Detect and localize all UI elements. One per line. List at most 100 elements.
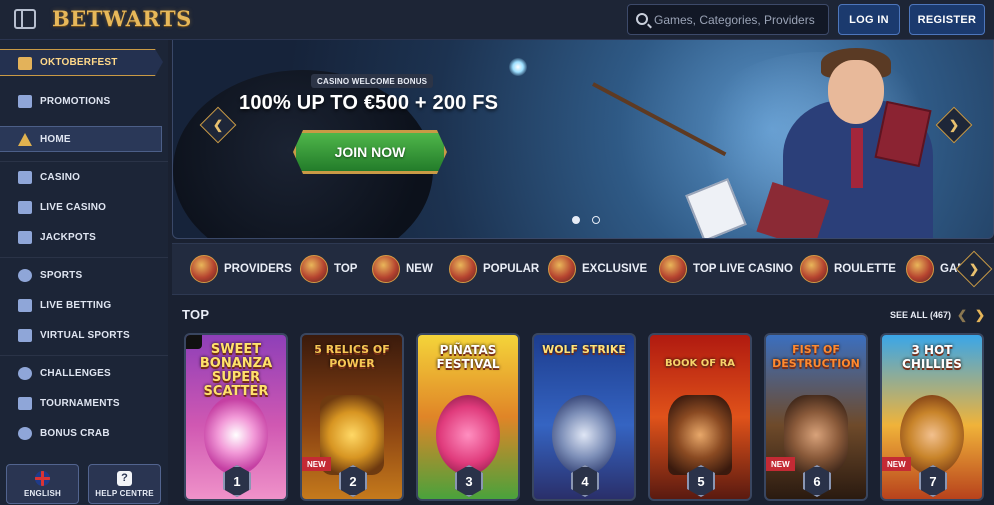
sidebar-item-sports[interactable]: SPORTS xyxy=(0,262,168,288)
sidebar: OKTOBERFEST PROMOTIONS HOME CASINO LIVE … xyxy=(0,40,168,505)
wolf-illustration xyxy=(552,395,616,475)
sidebar-item-label: CHALLENGES xyxy=(40,367,111,379)
bonus-headline: 100% UP TO €500 + 200 FS xyxy=(239,92,499,114)
help-centre-button[interactable]: ? HELP CENTRE xyxy=(88,464,161,504)
wand-spark-icon xyxy=(509,58,527,76)
gamepad-icon xyxy=(18,329,32,342)
category-label: EXCLUSIVE xyxy=(582,263,648,275)
sidebar-item-label: HOME xyxy=(40,133,71,145)
playing-card-icon xyxy=(18,201,32,214)
sidebar-item-label: BONUS CRAB xyxy=(40,427,110,439)
sidebar-item-live-casino[interactable]: LIVE CASINO xyxy=(0,194,168,220)
category-new[interactable]: NEW xyxy=(372,254,433,284)
football-icon xyxy=(18,269,32,282)
login-button[interactable]: LOG IN xyxy=(838,4,900,35)
game-show-icon xyxy=(906,255,934,283)
chip-icon xyxy=(659,255,687,283)
sidebar-item-bonus-crab[interactable]: BONUS CRAB xyxy=(0,420,168,446)
category-label: TOP xyxy=(334,263,358,275)
game-card[interactable]: FIST OF DESTRUCTION NEW 6 xyxy=(764,333,868,501)
search-icon xyxy=(636,13,648,25)
sidebar-item-jackpots[interactable]: JACKPOTS xyxy=(0,224,168,250)
sidebar-item-oktoberfest[interactable]: OKTOBERFEST xyxy=(0,49,163,76)
category-top-live-casino[interactable]: TOP LIVE CASINO xyxy=(659,254,793,284)
category-label: PROVIDERS xyxy=(224,263,292,275)
game-title: BOOK OF RA xyxy=(664,358,736,369)
game-title: PIÑATAS FESTIVAL xyxy=(436,343,500,371)
wizard-face-illustration xyxy=(828,60,884,124)
category-label: NEW xyxy=(406,263,433,275)
category-label: ROULETTE xyxy=(834,263,896,275)
game-card[interactable]: 3 HOT CHILLIES NEW 7 xyxy=(880,333,984,501)
game-title: 5 RELICS OF POWER xyxy=(314,343,390,370)
crown-icon xyxy=(300,255,328,283)
sidebar-item-label: JACKPOTS xyxy=(40,231,97,243)
category-exclusive[interactable]: EXCLUSIVE xyxy=(548,254,647,284)
wizard-tie-illustration xyxy=(851,128,863,188)
bonus-tag: CASINO WELCOME BONUS xyxy=(311,74,434,88)
see-all-link[interactable]: SEE ALL (467) xyxy=(890,310,951,320)
sidebar-item-home[interactable]: HOME xyxy=(0,126,162,152)
game-card[interactable]: 5 RELICS OF POWER NEW 2 xyxy=(300,333,404,501)
sidebar-item-label: SPORTS xyxy=(40,269,83,281)
sidebar-item-label: TOURNAMENTS xyxy=(40,397,120,409)
help-label: HELP CENTRE xyxy=(95,488,154,498)
roulette-icon xyxy=(800,255,828,283)
sidebar-item-challenges[interactable]: CHALLENGES xyxy=(0,360,168,386)
uk-flag-icon xyxy=(35,470,50,486)
tournament-icon xyxy=(18,397,32,410)
category-popular[interactable]: POPULAR xyxy=(449,254,539,284)
sidebar-footer: ENGLISH ? HELP CENTRE xyxy=(0,462,168,505)
new-badge: NEW xyxy=(882,457,911,471)
challenge-icon xyxy=(18,367,32,380)
chevron-left-icon[interactable]: ❮ xyxy=(957,308,967,322)
site-logo[interactable]: BETWARTS xyxy=(52,6,192,31)
top-header: BETWARTS LOG IN REGISTER xyxy=(0,0,994,40)
help-icon: ? xyxy=(117,470,132,486)
sidebar-item-label: PROMOTIONS xyxy=(40,95,111,107)
register-button[interactable]: REGISTER xyxy=(909,4,985,35)
category-providers[interactable]: PROVIDERS xyxy=(190,254,292,284)
slide-dot-1[interactable] xyxy=(572,216,580,224)
new-badge: NEW xyxy=(302,457,331,471)
category-label: TOP LIVE CASINO xyxy=(693,263,793,275)
game-card[interactable]: PIÑATAS FESTIVAL 3 xyxy=(416,333,520,501)
crab-icon xyxy=(18,427,32,440)
game-card[interactable]: SWEET BONANZA SUPER SCATTER 1 xyxy=(184,333,288,501)
promotions-icon xyxy=(18,95,32,108)
sidebar-item-label: OKTOBERFEST xyxy=(40,57,118,68)
sidebar-item-label: LIVE BETTING xyxy=(40,299,112,311)
slide-dot-2[interactable] xyxy=(592,216,600,224)
game-title: WOLF STRIKE xyxy=(542,343,626,356)
new-badge: NEW xyxy=(766,457,795,471)
category-top[interactable]: TOP xyxy=(300,254,357,284)
category-roulette[interactable]: ROULETTE xyxy=(800,254,896,284)
language-button[interactable]: ENGLISH xyxy=(6,464,79,504)
game-card[interactable]: BOOK OF RA 5 xyxy=(648,333,752,501)
sidebar-item-label: CASINO xyxy=(40,171,81,183)
sidebar-divider xyxy=(0,257,168,258)
slot-machine-icon xyxy=(18,171,32,184)
game-card[interactable]: WOLF STRIKE 4 xyxy=(532,333,636,501)
chevron-left-icon: ❮ xyxy=(212,118,224,132)
pinata-illustration xyxy=(436,395,500,475)
sidebar-item-promotions[interactable]: PROMOTIONS xyxy=(0,88,168,114)
popular-icon xyxy=(449,255,477,283)
wizard-hat-icon xyxy=(18,133,32,146)
language-label: ENGLISH xyxy=(24,488,61,498)
chevron-right-icon[interactable]: ❯ xyxy=(975,308,985,322)
search-box[interactable] xyxy=(627,4,829,35)
game-title: SWEET BONANZA SUPER SCATTER xyxy=(199,342,273,399)
search-input[interactable] xyxy=(654,5,826,34)
join-now-button[interactable]: JOIN NOW xyxy=(293,130,447,174)
sidebar-item-label: VIRTUAL SPORTS xyxy=(40,329,130,341)
sidebar-item-casino[interactable]: CASINO xyxy=(0,164,168,190)
game-title: 3 HOT CHILLIES xyxy=(902,343,962,371)
sidebar-toggle-icon[interactable] xyxy=(14,9,36,29)
jackpot-icon xyxy=(18,231,32,244)
sidebar-item-tournaments[interactable]: TOURNAMENTS xyxy=(0,390,168,416)
hero-banner[interactable]: CASINO WELCOME BONUS 100% UP TO €500 + 2… xyxy=(172,40,994,239)
sidebar-item-virtual-sports[interactable]: VIRTUAL SPORTS xyxy=(0,322,168,348)
sidebar-item-live-betting[interactable]: LIVE BETTING xyxy=(0,292,168,318)
live-betting-icon xyxy=(18,299,32,312)
